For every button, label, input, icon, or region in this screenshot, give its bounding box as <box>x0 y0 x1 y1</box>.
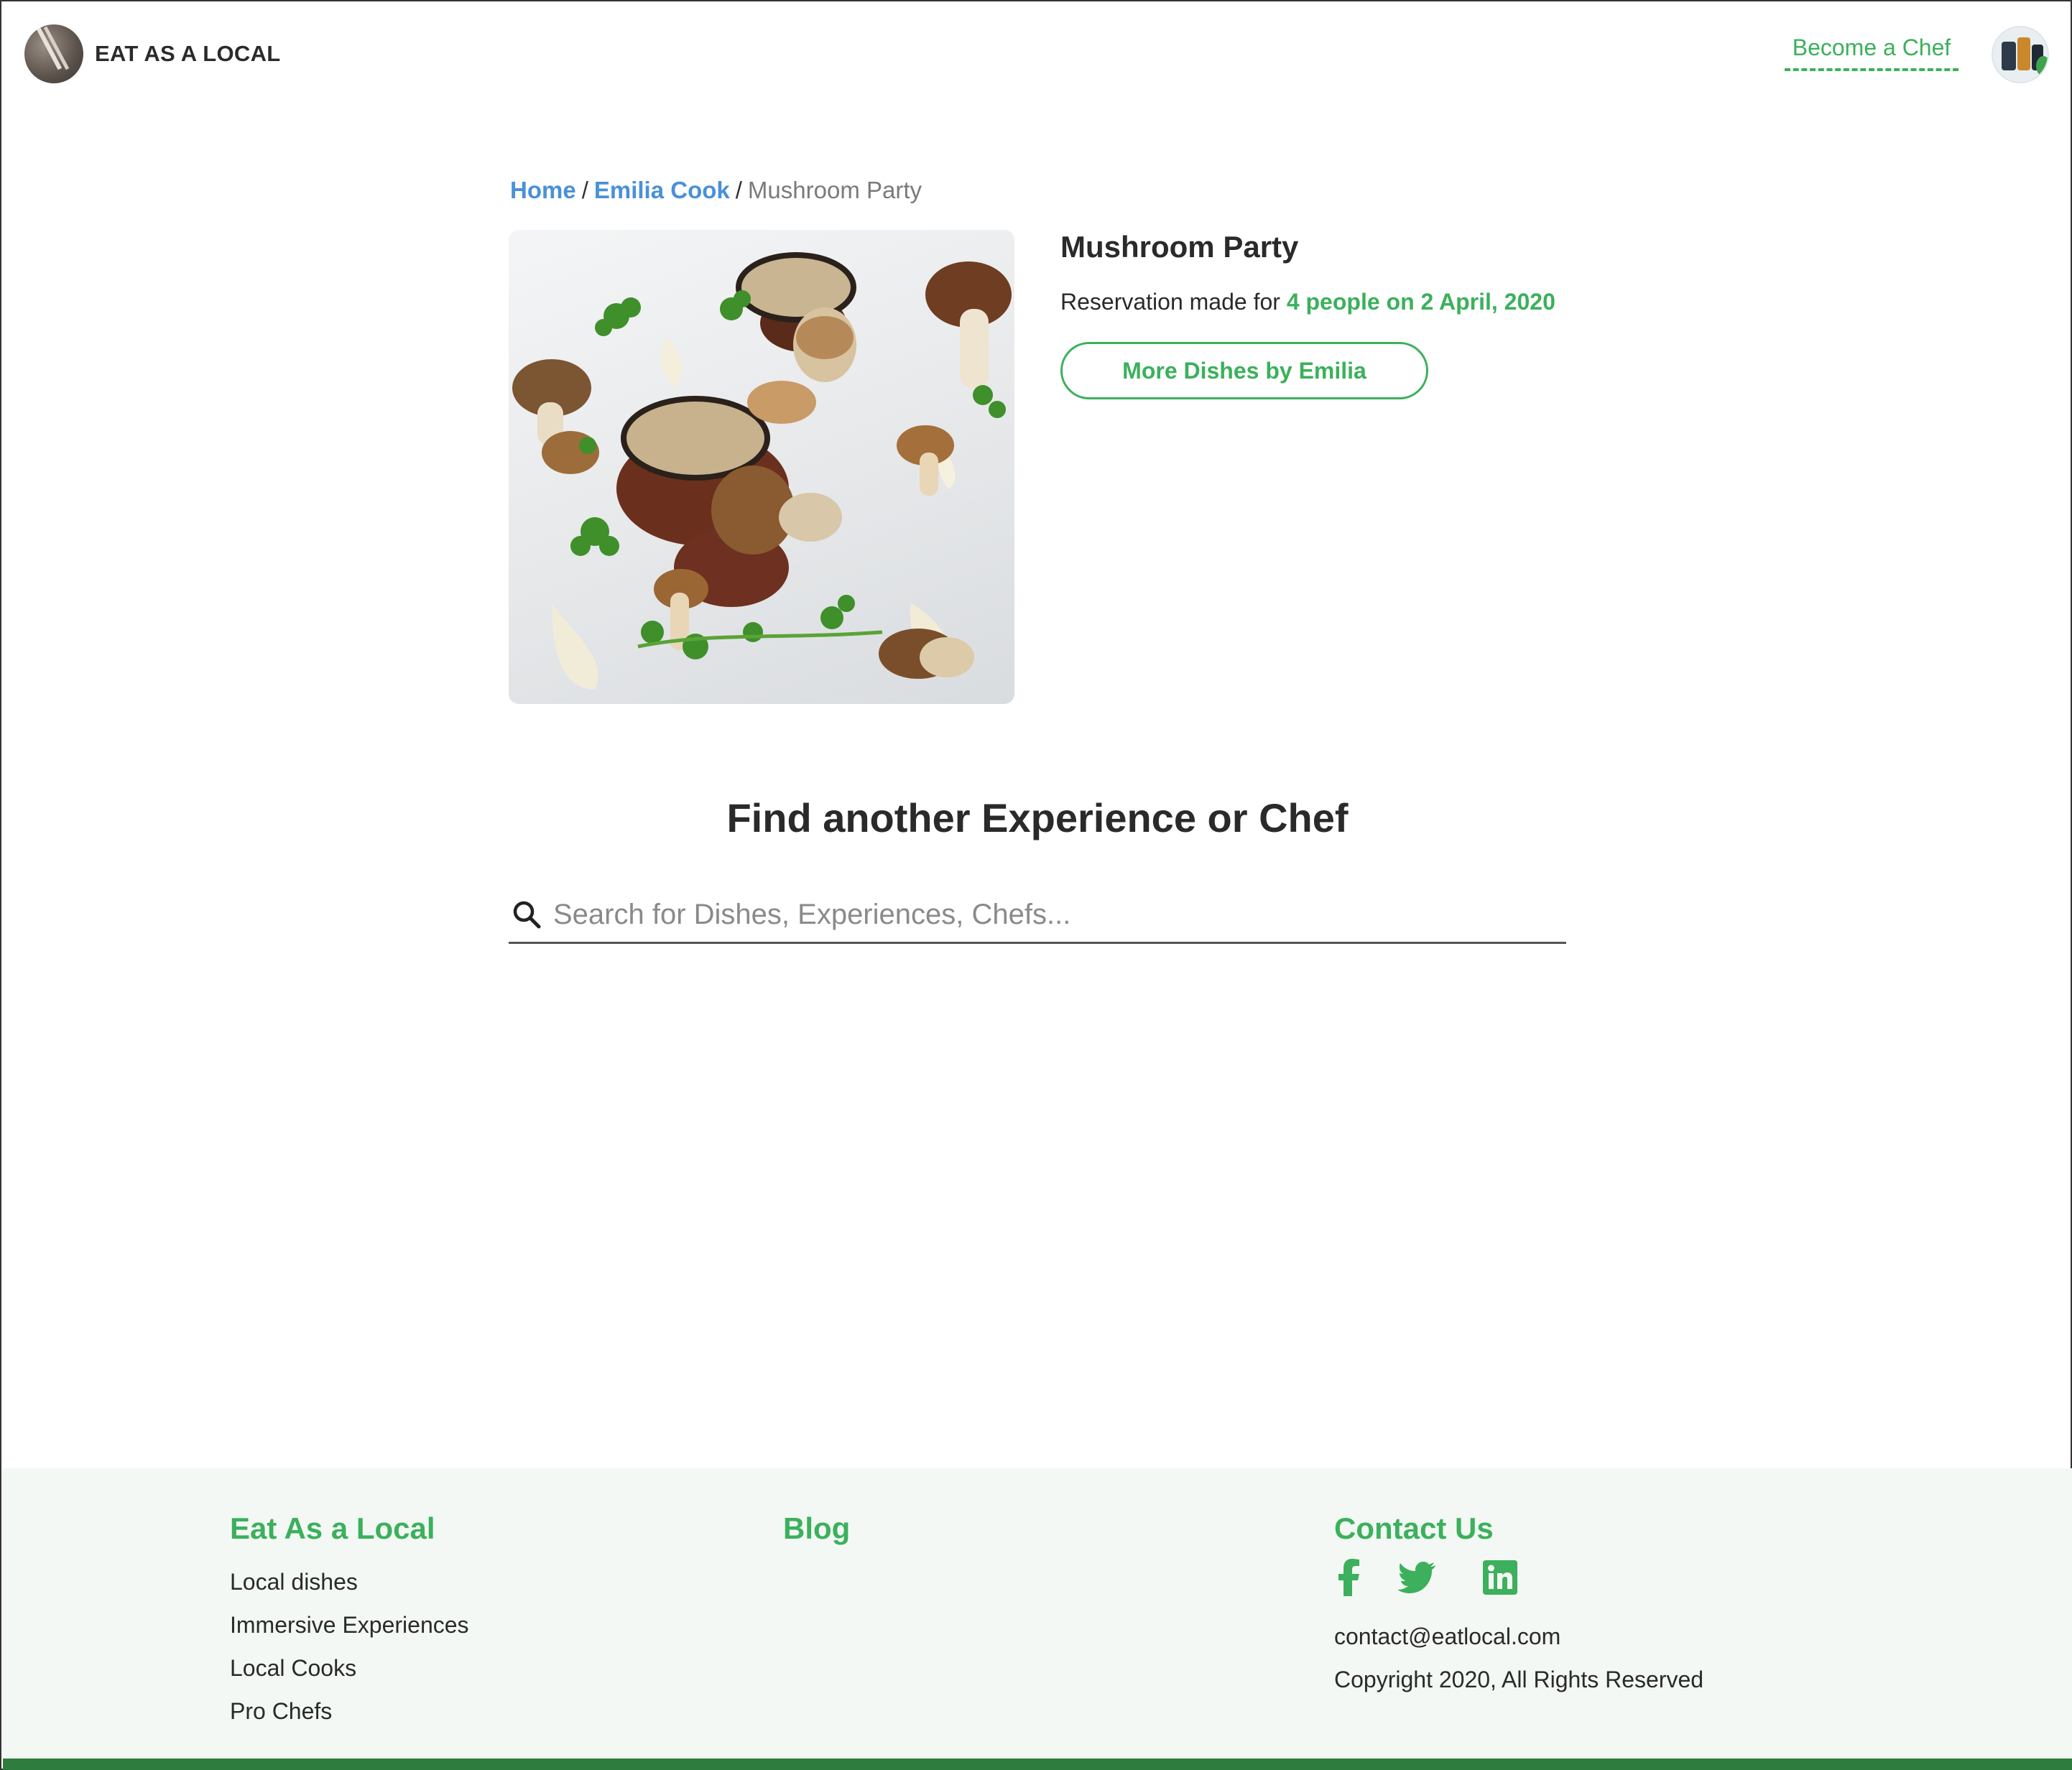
linkedin-icon[interactable] <box>1483 1559 1517 1596</box>
breadcrumb-chef-link[interactable]: Emilia Cook <box>594 177 730 203</box>
dish-title: Mushroom Party <box>1060 230 1299 264</box>
logo-image[interactable] <box>24 24 83 83</box>
footer-copyright: Copyright 2020, All Rights Reserved <box>1334 1667 1704 1692</box>
mushroom-dish-illustration <box>512 252 1012 690</box>
footer-contact-email[interactable]: contact@eatlocal.com <box>1334 1623 1560 1650</box>
user-avatar[interactable] <box>1992 26 2049 83</box>
footer-bottom-bar <box>3 1759 2072 1770</box>
footer-link-pro-chefs[interactable]: Pro Chefs <box>230 1698 332 1725</box>
breadcrumb-current: Mushroom Party <box>747 177 922 203</box>
facebook-icon[interactable] <box>1332 1559 1366 1596</box>
page: EAT AS A LOCAL Become a Chef Home / Emilia… <box>0 0 2072 1770</box>
search-icon <box>513 901 541 929</box>
search-bar <box>509 889 1566 944</box>
breadcrumb-separator: / <box>735 177 742 203</box>
footer-link-local-cooks[interactable]: Local Cooks <box>230 1655 356 1682</box>
search-section-title: Find another Experience or Chef <box>726 795 1349 840</box>
logo-text[interactable]: EAT AS A LOCAL <box>95 41 281 67</box>
more-dishes-button[interactable]: More Dishes by Emilia <box>1060 342 1428 399</box>
footer-link-immersive-experiences[interactable]: Immersive Experiences <box>230 1612 469 1639</box>
reservation-info: Reservation made for 4 people on 2 April… <box>1060 289 1555 315</box>
reservation-prefix: Reservation made for <box>1060 289 1280 315</box>
breadcrumb-home-link[interactable]: Home <box>510 177 576 203</box>
top-navbar: EAT AS A LOCAL Become a Chef <box>1 1 2071 109</box>
breadcrumb-separator: / <box>581 177 588 203</box>
search-input[interactable] <box>553 889 1559 940</box>
twitter-icon[interactable] <box>1398 1559 1435 1596</box>
reservation-detail: 4 people on 2 April, 2020 <box>1286 289 1555 315</box>
footer-blog-heading[interactable]: Blog <box>783 1511 850 1546</box>
dish-image <box>509 230 1014 704</box>
breadcrumb: Home / Emilia Cook / Mushroom Party <box>510 177 922 204</box>
footer-contact-heading: Contact Us <box>1334 1511 1494 1545</box>
become-chef-link[interactable]: Become a Chef <box>1785 34 1958 71</box>
footer-link-local-dishes[interactable]: Local dishes <box>230 1569 358 1595</box>
footer-brand-heading[interactable]: Eat As a Local <box>230 1511 435 1546</box>
